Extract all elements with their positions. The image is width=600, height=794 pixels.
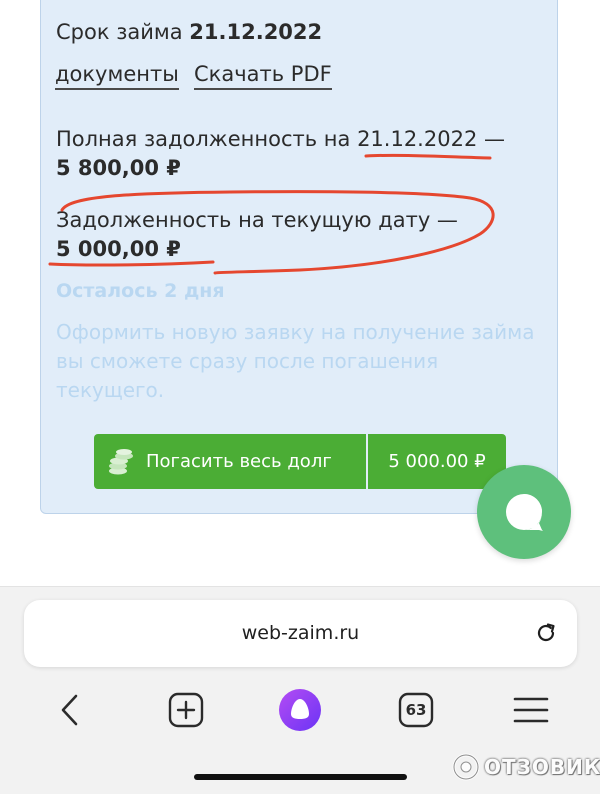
reload-icon[interactable]: [534, 621, 558, 645]
tabs-count: 63: [405, 701, 427, 719]
back-icon: [61, 694, 78, 726]
alice-icon: [279, 689, 321, 731]
full-debt-date: 21.12.2022: [357, 127, 478, 151]
full-debt-dash: —: [484, 127, 505, 151]
pay-full-debt-label: Погасить весь долг: [146, 451, 332, 472]
current-debt-amount: 5 000,00 ₽: [56, 237, 181, 261]
address-bar[interactable]: web-zaim.ru: [24, 600, 577, 667]
chat-icon: [506, 494, 543, 531]
url-text: web-zaim.ru: [241, 622, 360, 644]
documents-link[interactable]: документы: [55, 62, 179, 90]
new-loan-notice: Оформить новую заявку на получение займа…: [56, 320, 535, 402]
home-indicator: [194, 774, 407, 780]
alice-button[interactable]: [278, 688, 322, 732]
menu-icon: [513, 697, 549, 723]
loan-term-date: 21.12.2022: [189, 20, 323, 44]
pay-amount-button[interactable]: 5 000.00 ₽: [368, 434, 506, 489]
pay-full-debt-button[interactable]: Погасить весь долг: [94, 434, 366, 489]
download-pdf-link[interactable]: Скачать PDF: [194, 62, 332, 90]
tabs-button[interactable]: 63: [396, 690, 436, 730]
full-debt-amount: 5 800,00 ₽: [56, 156, 181, 180]
full-debt-line: Полная задолженность на 21.12.2022 —: [56, 127, 505, 151]
coins-icon: [109, 448, 133, 474]
watermark-text: ОТЗОВИК: [484, 755, 600, 779]
new-tab-icon: [168, 692, 204, 728]
back-button[interactable]: [50, 690, 90, 730]
current-debt-label: Задолженность на текущую дату —: [56, 208, 458, 232]
loan-term-label: Срок займа: [56, 20, 183, 44]
chat-button[interactable]: [477, 465, 571, 559]
full-debt-label: Полная задолженность на: [56, 127, 351, 151]
new-tab-button[interactable]: [166, 690, 206, 730]
menu-button[interactable]: [511, 690, 551, 730]
watermark-logo-icon: [452, 753, 480, 781]
watermark: ОТЗОВИК: [452, 752, 600, 782]
remaining-days: Осталось 2 дня: [56, 280, 225, 302]
loan-term: Срок займа 21.12.2022: [56, 20, 322, 44]
